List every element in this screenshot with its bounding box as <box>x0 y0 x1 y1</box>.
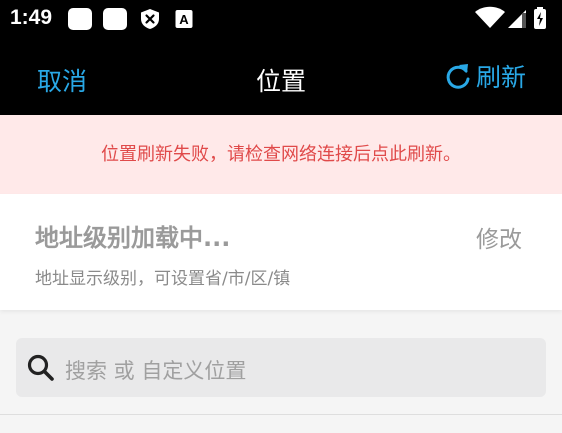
battery-icon <box>534 7 546 29</box>
refresh-button[interactable]: 刷新 <box>444 58 526 94</box>
address-level-title: 地址级别加载中... <box>35 224 231 252</box>
svg-text:A: A <box>179 12 189 27</box>
search-icon <box>27 354 54 381</box>
wifi-icon <box>475 6 505 28</box>
address-level-card: 地址级别加载中... 修改 地址显示级别，可设置省/市/区/镇 <box>0 194 562 310</box>
notification-icon <box>68 8 92 30</box>
address-level-description: 地址显示级别，可设置省/市/区/镇 <box>35 269 291 289</box>
status-bar: 1:49 A <box>0 0 562 38</box>
cancel-button[interactable]: 取消 <box>37 62 87 98</box>
status-indicators <box>474 6 554 32</box>
location-list-area <box>0 415 562 433</box>
search-input[interactable]: 搜索 或 自定义位置 <box>16 338 546 397</box>
refresh-icon <box>446 64 470 89</box>
refresh-label: 刷新 <box>475 63 526 92</box>
a-icon: A <box>175 8 193 30</box>
status-time: 1:49 <box>10 6 53 29</box>
shield-icon <box>139 8 161 30</box>
search-placeholder: 搜索 或 自定义位置 <box>65 359 247 383</box>
navigation-bar: 取消 位置 刷新 <box>0 38 562 115</box>
signal-icon <box>508 10 526 28</box>
error-banner[interactable]: 位置刷新失败，请检查网络连接后点此刷新。 <box>0 115 562 194</box>
edit-button[interactable]: 修改 <box>476 220 522 254</box>
notification-icon <box>103 8 127 30</box>
